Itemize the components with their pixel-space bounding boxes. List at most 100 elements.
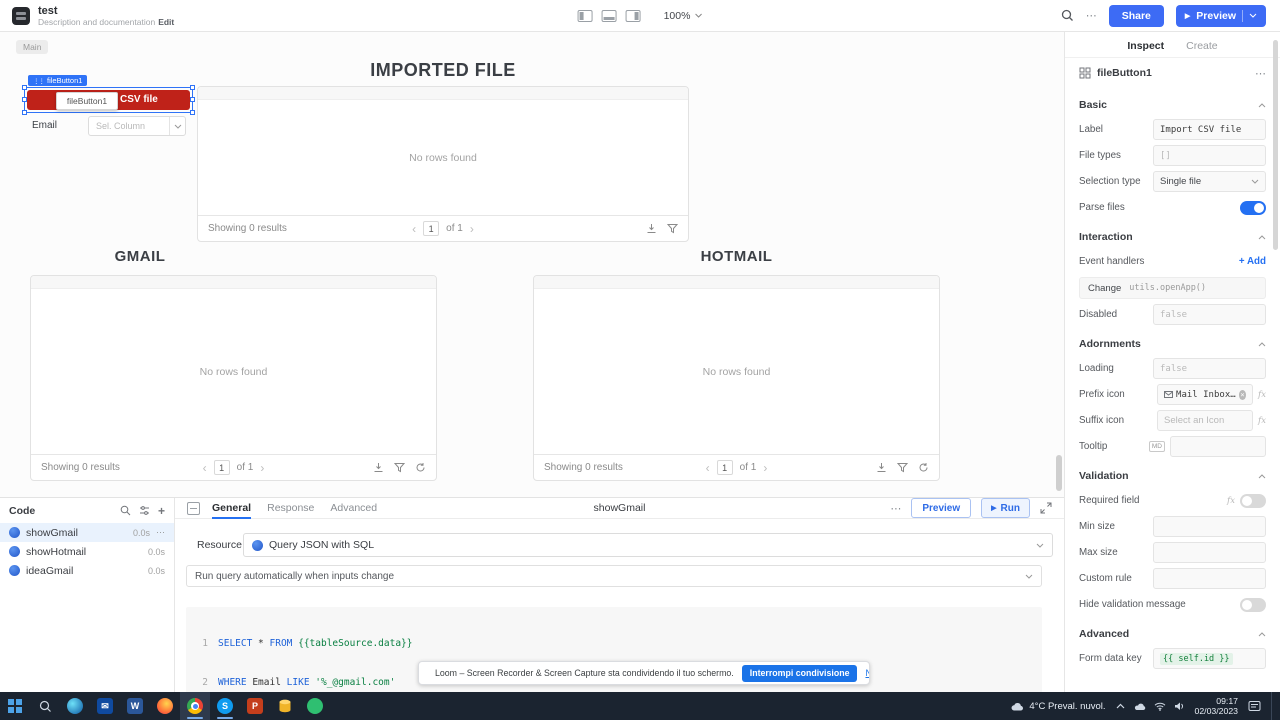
- prev-page-icon[interactable]: ‹: [412, 223, 416, 235]
- start-button[interactable]: [0, 692, 30, 720]
- query-item-ideagmail[interactable]: ideaGmail 0.0s: [0, 561, 174, 580]
- filter-icon[interactable]: [896, 462, 908, 473]
- taskbar-edge[interactable]: [60, 692, 90, 720]
- stop-sharing-button[interactable]: Interrompi condivisione: [741, 664, 858, 682]
- suffixicon-input[interactable]: Select an Icon: [1157, 410, 1254, 431]
- run-mode-select[interactable]: Run query automatically when inputs chan…: [186, 565, 1042, 587]
- volume-icon[interactable]: [1174, 701, 1185, 711]
- zoom-select[interactable]: 100%: [664, 10, 703, 22]
- section-basic[interactable]: Basic: [1079, 99, 1266, 111]
- resize-handle[interactable]: [190, 110, 195, 115]
- tray-expand-icon[interactable]: [1116, 703, 1125, 709]
- loading-input[interactable]: false: [1153, 358, 1266, 379]
- customrule-input[interactable]: [1153, 568, 1266, 589]
- tab-advanced[interactable]: Advanced: [330, 498, 377, 518]
- page-number[interactable]: 1: [423, 221, 440, 236]
- share-button[interactable]: Share: [1108, 4, 1164, 27]
- label-input[interactable]: Import CSV file: [1153, 119, 1266, 140]
- search-icon[interactable]: [120, 505, 131, 516]
- resize-handle[interactable]: [22, 110, 27, 115]
- tooltip-input[interactable]: [1170, 436, 1266, 457]
- minsize-input[interactable]: [1153, 516, 1266, 537]
- fx-icon[interactable]: fx: [1258, 416, 1266, 426]
- formdatakey-input[interactable]: {{ self.id }}: [1153, 648, 1266, 669]
- taskbar-mail[interactable]: ✉: [90, 692, 120, 720]
- filter-icon[interactable]: [667, 223, 679, 234]
- page-number[interactable]: 1: [716, 460, 733, 475]
- fx-icon[interactable]: fx: [1227, 496, 1235, 506]
- wifi-icon[interactable]: [1154, 702, 1166, 711]
- selectiontype-select[interactable]: Single file: [1153, 171, 1266, 192]
- refresh-icon[interactable]: [415, 462, 426, 473]
- show-desktop-button[interactable]: [1271, 692, 1274, 720]
- resize-handle[interactable]: [190, 85, 195, 90]
- tab-create[interactable]: Create: [1186, 40, 1218, 52]
- taskbar-search[interactable]: [30, 692, 60, 720]
- prev-page-icon[interactable]: ‹: [706, 462, 710, 474]
- query-item-showhotmail[interactable]: showHotmail 0.0s: [0, 542, 174, 561]
- filter-icon[interactable]: [393, 462, 405, 473]
- event-handler-change[interactable]: Change utils.openApp(): [1079, 277, 1266, 299]
- download-icon[interactable]: [876, 462, 887, 473]
- tab-inspect[interactable]: Inspect: [1127, 40, 1164, 52]
- section-advanced[interactable]: Advanced: [1079, 628, 1266, 640]
- refresh-icon[interactable]: [918, 462, 929, 473]
- add-event-handler-link[interactable]: + Add: [1239, 256, 1266, 267]
- required-toggle[interactable]: [1240, 493, 1266, 508]
- notification-icon[interactable]: [1248, 700, 1261, 712]
- clear-icon[interactable]: ×: [1238, 389, 1247, 400]
- taskbar-powerpoint[interactable]: P: [240, 692, 270, 720]
- toggle-bottom-panel-icon[interactable]: [601, 9, 617, 22]
- page-number[interactable]: 1: [213, 460, 230, 475]
- tab-response[interactable]: Response: [267, 498, 314, 518]
- toggle-left-panel-icon[interactable]: [577, 9, 593, 22]
- tab-general[interactable]: General: [212, 498, 252, 519]
- taskbar-sharex[interactable]: [300, 692, 330, 720]
- taskbar-skype[interactable]: S: [210, 692, 240, 720]
- section-validation[interactable]: Validation: [1079, 470, 1266, 482]
- download-icon[interactable]: [646, 223, 657, 234]
- next-page-icon[interactable]: ›: [763, 462, 767, 474]
- gmail-table[interactable]: No rows found Showing 0 results ‹ 1 of 1…: [30, 275, 437, 481]
- hidevalidation-toggle[interactable]: [1240, 597, 1266, 612]
- next-page-icon[interactable]: ›: [470, 223, 474, 235]
- section-adornments[interactable]: Adornments: [1079, 338, 1266, 350]
- inspector-scrollbar[interactable]: [1273, 40, 1278, 250]
- resize-handle[interactable]: [190, 97, 195, 102]
- component-menu-icon[interactable]: ⋯: [1255, 67, 1266, 80]
- maxsize-input[interactable]: [1153, 542, 1266, 563]
- email-column-select[interactable]: Sel. Column: [88, 116, 186, 136]
- weather-widget[interactable]: 4°C Preval. nuvol.: [1010, 701, 1106, 712]
- disabled-input[interactable]: false: [1153, 304, 1266, 325]
- query-options-icon[interactable]: ⋯: [890, 502, 901, 515]
- edit-link[interactable]: Edit: [158, 17, 174, 27]
- download-icon[interactable]: [373, 462, 384, 473]
- expand-panel-icon[interactable]: [1040, 502, 1052, 514]
- prev-page-icon[interactable]: ‹: [203, 462, 207, 474]
- taskbar-word[interactable]: W: [120, 692, 150, 720]
- clock[interactable]: 09:17 02/03/2023: [1195, 696, 1238, 716]
- hotmail-table[interactable]: No rows found Showing 0 results ‹ 1 of 1…: [533, 275, 940, 481]
- onedrive-icon[interactable]: [1133, 702, 1146, 711]
- query-run-button[interactable]: ▶ Run: [981, 498, 1030, 518]
- next-page-icon[interactable]: ›: [260, 462, 264, 474]
- toggle-right-panel-icon[interactable]: [625, 9, 641, 22]
- canvas-scrollbar[interactable]: [1056, 455, 1062, 491]
- filter-settings-icon[interactable]: [139, 505, 150, 516]
- query-item-showgmail[interactable]: showGmail 0.0s ⋯: [0, 523, 174, 542]
- more-menu-icon[interactable]: ⋯: [1086, 9, 1097, 22]
- taskbar-database[interactable]: [270, 692, 300, 720]
- page-tab-main[interactable]: Main: [16, 40, 49, 54]
- add-query-icon[interactable]: +: [158, 504, 165, 518]
- search-icon[interactable]: [1061, 9, 1074, 22]
- selected-component-tag[interactable]: ⋮⋮ fileButton1: [28, 75, 88, 86]
- filetypes-input[interactable]: []: [1153, 145, 1266, 166]
- prefixicon-input[interactable]: Mail Inbox Tr... ×: [1157, 384, 1254, 405]
- taskbar-chrome[interactable]: [180, 692, 210, 720]
- query-layout-icon[interactable]: [187, 501, 200, 515]
- imported-file-table[interactable]: No rows found Showing 0 results ‹ 1 of 1…: [197, 86, 689, 242]
- parsefiles-toggle[interactable]: [1240, 200, 1266, 215]
- resize-handle[interactable]: [22, 85, 27, 90]
- preview-button[interactable]: ▶ Preview: [1175, 4, 1266, 27]
- hide-share-bar-link[interactable]: Nascondi: [865, 668, 869, 678]
